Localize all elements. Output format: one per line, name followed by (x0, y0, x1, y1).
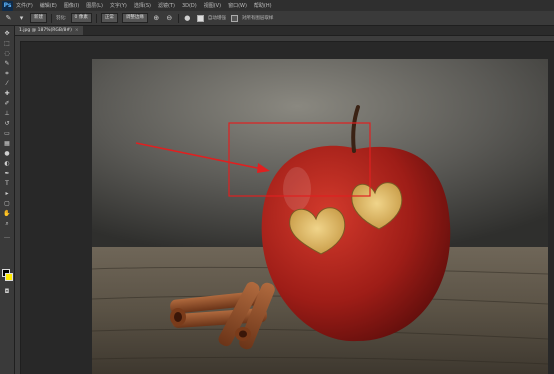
menu-type[interactable]: 文字(Y) (110, 2, 127, 9)
auto-enhance-checkbox[interactable] (196, 14, 204, 22)
feather-input[interactable]: 0 像素 (70, 13, 92, 23)
style-select[interactable]: 正常 (100, 13, 118, 23)
eraser-icon[interactable]: ▭ (3, 130, 11, 138)
zoom-icon[interactable]: ⌕ (3, 220, 11, 228)
history-brush-icon[interactable]: ↺ (3, 120, 11, 128)
divider (51, 13, 52, 23)
lasso-icon[interactable]: ◌ (3, 50, 11, 58)
shape-icon[interactable]: ▢ (3, 200, 11, 208)
feather-label: 羽化: (56, 16, 67, 21)
hand-icon[interactable]: ✋ (3, 210, 11, 218)
menu-view[interactable]: 视图(V) (204, 2, 221, 9)
menu-bar: Ps 文件(F) 编辑(E) 图像(I) 图层(L) 文字(Y) 选择(S) 滤… (0, 0, 554, 11)
menu-layer[interactable]: 图层(L) (86, 2, 103, 9)
marquee-icon[interactable]: ⬚ (3, 40, 11, 48)
blur-icon[interactable]: ● (3, 150, 11, 158)
healing-icon[interactable]: ✚ (3, 90, 11, 98)
refine-edge-button[interactable]: 调整边缘 (121, 13, 148, 23)
menu-image[interactable]: 图像(I) (64, 2, 79, 9)
eyedropper-icon[interactable]: ⁄ (3, 80, 11, 88)
close-icon[interactable]: × (75, 28, 79, 33)
chevron-down-icon[interactable]: ▾ (17, 14, 26, 23)
brush-size-icon[interactable]: ● (183, 14, 192, 23)
more-tools-icon[interactable]: … (3, 233, 11, 241)
menu-3d[interactable]: 3D(D) (182, 3, 197, 9)
menu-select[interactable]: 选择(S) (134, 2, 151, 9)
background-color-swatch[interactable] (5, 273, 13, 281)
quick-mask-icon[interactable]: ◘ (3, 288, 11, 296)
document-tab[interactable]: 1.jpg @ 187%(RGB/8#) × (15, 26, 83, 35)
move-icon[interactable]: ✥ (3, 30, 11, 38)
subtract-selection-icon[interactable]: ⊖ (165, 14, 174, 23)
stamp-icon[interactable]: ⊥ (3, 110, 11, 118)
tools-panel: ✥ ⬚ ◌ ✎ ⌗ ⁄ ✚ ✐ ⊥ ↺ ▭ ▦ ● ◐ ✒ T ▸ ▢ ✋ ⌕ … (0, 26, 15, 374)
options-bar: ✎ ▾ 新建 羽化: 0 像素 正常 调整边缘 ⊕ ⊖ ● 自动增强 对所有图层… (0, 11, 554, 26)
path-select-icon[interactable]: ▸ (3, 190, 11, 198)
divider (177, 13, 179, 23)
crop-icon[interactable]: ⌗ (3, 70, 11, 78)
brush-icon[interactable]: ✐ (3, 100, 11, 108)
menu-edit[interactable]: 编辑(E) (40, 2, 57, 9)
document-image[interactable] (92, 59, 548, 374)
sample-all-checkbox[interactable] (230, 14, 238, 22)
add-to-selection-icon[interactable]: ⊕ (152, 14, 161, 23)
app-logo: Ps (2, 0, 13, 11)
document-tabs: 1.jpg @ 187%(RGB/8#) × (15, 26, 554, 36)
dodge-icon[interactable]: ◐ (3, 160, 11, 168)
auto-enhance-label: 自动增强 (207, 16, 226, 21)
type-icon[interactable]: T (3, 180, 11, 188)
quick-select-brush-icon[interactable]: ✎ (4, 14, 13, 23)
menu-window[interactable]: 窗口(W) (228, 2, 247, 9)
pen-icon[interactable]: ✒ (3, 170, 11, 178)
menu-help[interactable]: 帮助(H) (254, 2, 272, 9)
divider (95, 13, 97, 23)
document-tab-title: 1.jpg @ 187%(RGB/8#) (19, 28, 72, 33)
sample-all-label: 对所有图层取样 (241, 16, 274, 21)
menu-file[interactable]: 文件(F) (16, 2, 33, 9)
mode-select[interactable]: 新建 (30, 13, 47, 23)
menu-filter[interactable]: 滤镜(T) (158, 2, 175, 9)
quick-select-icon[interactable]: ✎ (3, 60, 11, 68)
gradient-icon[interactable]: ▦ (3, 140, 11, 148)
